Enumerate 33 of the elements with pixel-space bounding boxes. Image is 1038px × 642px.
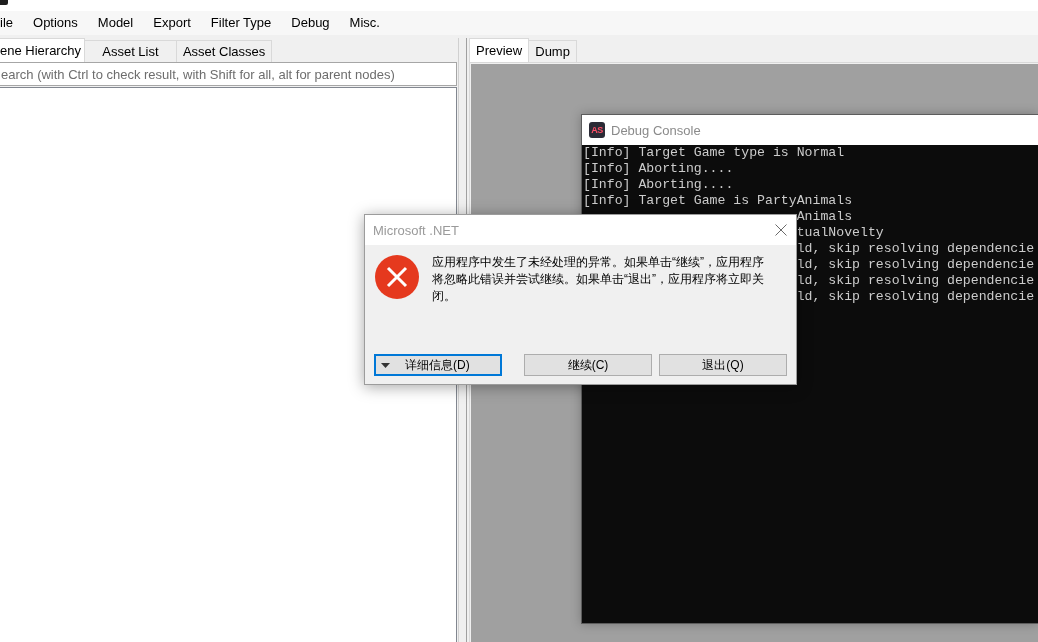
menu-item[interactable]: Debug — [281, 12, 340, 34]
menu-item[interactable]: Filter Type — [200, 12, 282, 34]
dialog-title: Microsoft .NET — [373, 222, 459, 238]
console-line: ld, skip resolving dependencie — [796, 241, 1035, 257]
console-line: Animals — [796, 209, 853, 225]
menu-item[interactable]: ile — [0, 12, 23, 34]
menu-item[interactable]: Export — [143, 12, 201, 34]
menu-item[interactable]: Model — [87, 12, 144, 34]
dialog-button[interactable]: 继续(C) — [524, 354, 652, 376]
tab[interactable]: Asset Classes — [175, 40, 273, 62]
console-line: tualNovelty — [796, 225, 884, 241]
dialog-button[interactable]: 详细信息(D) — [374, 354, 502, 376]
tab[interactable]: Preview — [469, 38, 530, 62]
tab[interactable]: ene Hierarchy — [0, 38, 85, 62]
console-line: [Info] Target Game is PartyAnimals — [583, 193, 853, 209]
console-line: ld, skip resolving dependencie — [796, 257, 1035, 273]
caret-icon — [381, 362, 390, 368]
app-icon — [0, 0, 8, 5]
tab[interactable]: Dump — [528, 40, 577, 62]
close-icon[interactable] — [775, 224, 787, 236]
console-line: ld, skip resolving dependencie — [796, 273, 1035, 289]
dialog-button[interactable]: 退出(Q) — [659, 354, 787, 376]
console-line: ld, skip resolving dependencie — [796, 289, 1035, 305]
error-icon — [375, 255, 419, 299]
menu-item[interactable]: Options — [23, 12, 88, 34]
menu-item[interactable]: Misc. — [339, 12, 390, 34]
error-message: 应用程序中发生了未经处理的异常。如果单击“继续”，应用程序将忽略此错误并尝试继续。如果单击“退出”，应用程序将立即关闭。 — [432, 254, 765, 305]
console-line: [Info] Aborting.... — [583, 161, 734, 177]
console-line: [Info] Target Game type is Normal — [583, 145, 845, 161]
app-logo: AS — [589, 122, 605, 138]
console-title: Debug Console — [611, 122, 701, 138]
search-field[interactable]: earch (with Ctrl to check result, with Shift for all, alt for parent nodes) — [0, 62, 457, 86]
console-line: [Info] Aborting.... — [583, 177, 734, 193]
